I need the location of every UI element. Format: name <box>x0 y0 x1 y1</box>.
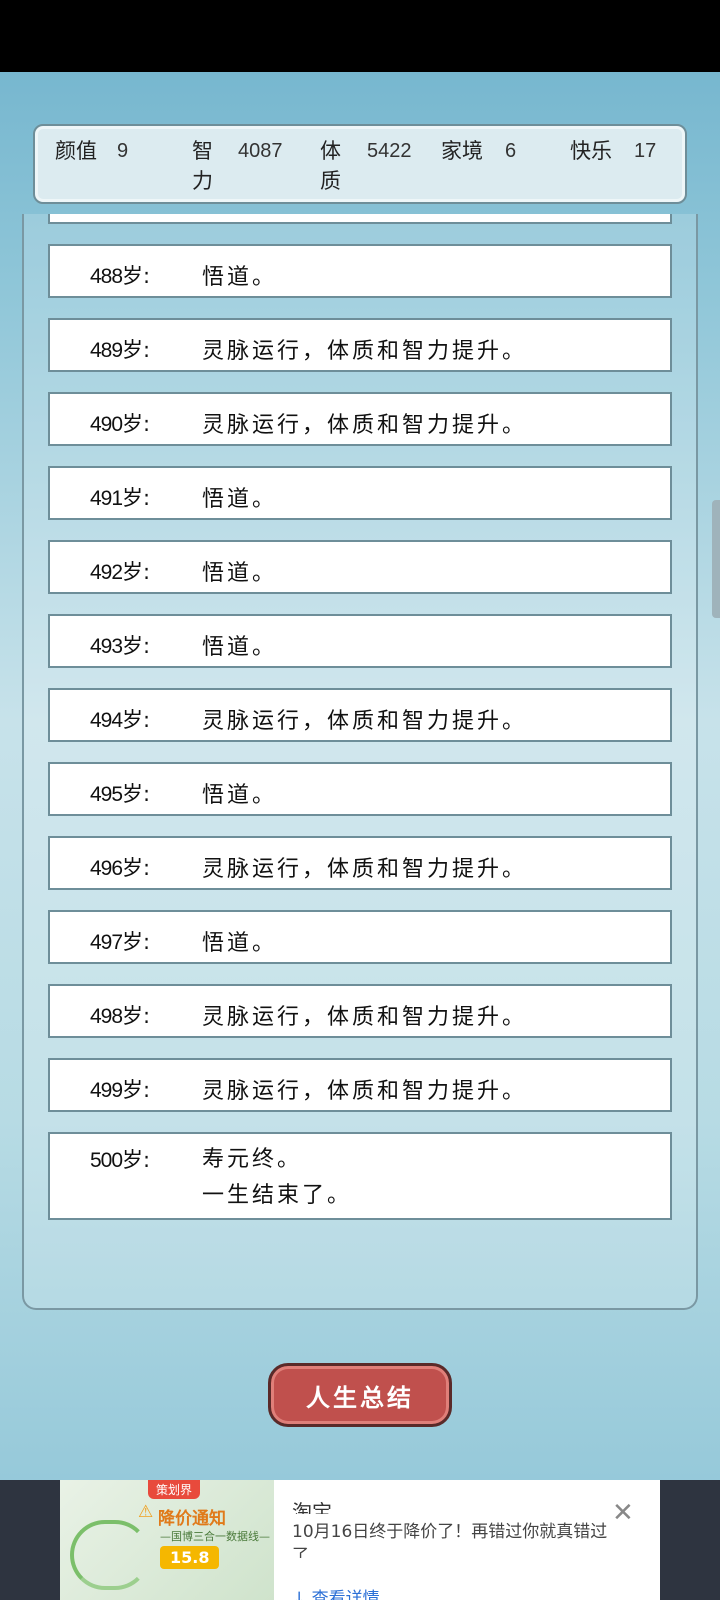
close-icon[interactable]: ✕ <box>612 1498 634 1528</box>
stat-label: 快乐 <box>570 139 612 163</box>
log-age: 491岁: <box>90 482 150 512</box>
stat-value: 17 <box>634 140 657 162</box>
log-event-text: 悟道。 <box>202 783 278 808</box>
log-event-text: 悟道。 <box>202 214 277 222</box>
ad-text[interactable]: 10月16日终于降价了！再错过你就真错过了 <box>292 1520 612 1558</box>
log-age: 498岁: <box>90 1000 150 1030</box>
ad-details-link[interactable]: ↓ 查看详情 <box>292 1584 380 1600</box>
log-age: 490岁: <box>90 408 150 438</box>
stat-value: 5422 <box>367 140 412 162</box>
life-log-list[interactable]: 487岁:悟道。488岁:悟道。489岁:灵脉运行，体质和智力提升。490岁:灵… <box>24 214 696 1264</box>
log-row: 492岁: 悟道。 <box>48 540 672 594</box>
log-row: 491岁: 悟道。 <box>48 466 672 520</box>
ad-image-title: 降价通知 <box>158 1509 226 1529</box>
log-row: 490岁: 灵脉运行，体质和智力提升。 <box>48 392 672 446</box>
log-age-suffix: 岁: <box>122 1148 151 1172</box>
log-age-number: 499 <box>90 1079 123 1102</box>
log-event-text: 悟道。 <box>202 487 278 512</box>
log-age-suffix: 岁: <box>122 412 151 436</box>
log-age-number: 493 <box>90 635 123 658</box>
warning-icon: ⚠ <box>138 1502 154 1522</box>
log-event-text: 灵脉运行，体质和智力提升。 <box>202 1079 528 1104</box>
log-age-number: 496 <box>90 857 123 880</box>
ad-card[interactable]: 策划界 ⚠ 降价通知 —国博三合一数据线— 15.8 淘宝 10月16日终于降价… <box>60 1480 660 1600</box>
log-age-number: 489 <box>90 339 123 362</box>
log-age: 497岁: <box>90 926 150 956</box>
log-age: 499岁: <box>90 1074 150 1104</box>
log-event-text: 灵脉运行，体质和智力提升。 <box>202 709 528 734</box>
log-row: 496岁: 灵脉运行，体质和智力提升。 <box>48 836 672 890</box>
life-summary-button[interactable]: 人生总结 <box>268 1363 452 1427</box>
log-event-text: 灵脉运行，体质和智力提升。 <box>202 339 528 364</box>
stat-value: 6 <box>505 140 517 162</box>
log-row: 487岁: 悟道。 <box>48 214 672 224</box>
log-event-text: 悟道。 <box>202 931 278 956</box>
ad-source: 淘宝 <box>292 1500 332 1514</box>
log-event-text: 悟道。 <box>202 265 278 290</box>
log-age-suffix: 岁: <box>122 856 151 880</box>
log-row: 494岁: 灵脉运行，体质和智力提升。 <box>48 688 672 742</box>
stat-label: 颜值 <box>55 139 97 163</box>
ad-image-subtitle: —国博三合一数据线— <box>160 1530 270 1543</box>
log-age: 492岁: <box>90 556 150 586</box>
ad-price: 15.8 <box>160 1546 220 1569</box>
log-event-text: 悟道。 <box>202 561 278 586</box>
stat-label: 家境 <box>441 139 483 163</box>
log-row: 488岁: 悟道。 <box>48 244 672 298</box>
stat-label: 体 质 <box>320 139 341 193</box>
log-age-suffix: 岁: <box>122 930 151 954</box>
log-age-number: 495 <box>90 783 123 806</box>
log-age-number: 497 <box>90 931 123 954</box>
log-row: 499岁: 灵脉运行，体质和智力提升。 <box>48 1058 672 1112</box>
log-age: 496岁: <box>90 852 150 882</box>
log-age-suffix: 岁: <box>122 782 151 806</box>
log-event-text: 灵脉运行，体质和智力提升。 <box>202 1005 528 1030</box>
log-age: 489岁: <box>90 334 150 364</box>
log-age: 488岁: <box>90 260 150 290</box>
log-age-number: 491 <box>90 487 123 510</box>
log-age-suffix: 岁: <box>122 264 151 288</box>
log-age-number: 490 <box>90 413 123 436</box>
cable-illustration <box>70 1520 150 1590</box>
log-row: 493岁: 悟道。 <box>48 614 672 668</box>
log-row: 495岁: 悟道。 <box>48 762 672 816</box>
log-age-number: 494 <box>90 709 123 732</box>
log-age-number: 500 <box>90 1149 123 1172</box>
scroll-handle[interactable] <box>712 500 720 618</box>
stat-value: 9 <box>117 140 129 162</box>
log-age-suffix: 岁: <box>122 338 151 362</box>
log-age: 495岁: <box>90 778 150 808</box>
log-event-text: 寿元终。 一生结束了。 <box>202 1147 353 1208</box>
log-row: 498岁: 灵脉运行，体质和智力提升。 <box>48 984 672 1038</box>
status-bar <box>0 0 720 72</box>
log-age-suffix: 岁: <box>122 486 151 510</box>
log-row: 497岁: 悟道。 <box>48 910 672 964</box>
log-age-number: 492 <box>90 561 123 584</box>
log-age-suffix: 岁: <box>122 634 151 658</box>
stats-panel: 颜值 9 智 力 4087 体 质 5422 家境 6 快乐 17 <box>33 124 687 204</box>
stat-label: 智 力 <box>192 139 213 193</box>
log-age-number: 488 <box>90 265 123 288</box>
log-row: 500岁: 寿元终。 一生结束了。 <box>48 1132 672 1220</box>
log-age: 494岁: <box>90 704 150 734</box>
log-age-suffix: 岁: <box>122 1004 151 1028</box>
ad-ribbon: 策划界 <box>148 1480 201 1499</box>
log-age-number: 498 <box>90 1005 123 1028</box>
stat-value: 4087 <box>238 140 283 162</box>
log-age: 493岁: <box>90 630 150 660</box>
ad-product-image[interactable]: 策划界 ⚠ 降价通知 —国博三合一数据线— 15.8 <box>60 1480 274 1600</box>
log-event-text: 悟道。 <box>202 635 278 660</box>
log-age-suffix: 岁: <box>122 1078 151 1102</box>
log-event-text: 灵脉运行，体质和智力提升。 <box>202 413 528 438</box>
log-age-suffix: 岁: <box>122 560 151 584</box>
log-row: 489岁: 灵脉运行，体质和智力提升。 <box>48 318 672 372</box>
log-age: 500岁: <box>90 1144 150 1174</box>
log-age-suffix: 岁: <box>122 708 151 732</box>
log-age: 487岁: <box>90 214 150 216</box>
log-event-text: 灵脉运行，体质和智力提升。 <box>202 857 528 882</box>
